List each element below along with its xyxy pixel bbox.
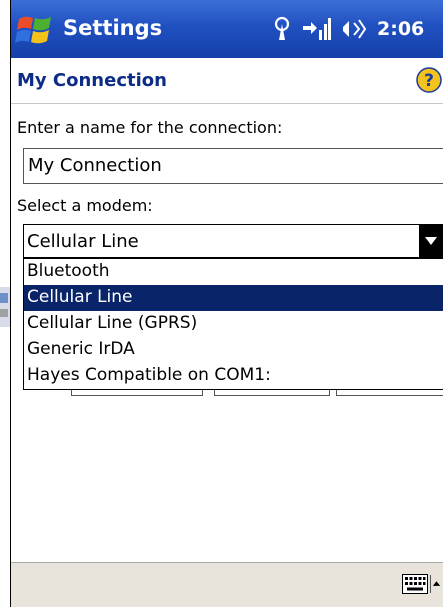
- connection-name-label: Enter a name for the connection:: [17, 118, 283, 137]
- status-area[interactable]: 2:06: [273, 12, 424, 46]
- modem-select-value: Cellular Line: [27, 231, 139, 252]
- app-title: Settings: [63, 16, 163, 40]
- modem-select[interactable]: Cellular Line: [23, 224, 443, 258]
- dropdown-option-generic-irda[interactable]: Generic IrDA: [24, 337, 443, 363]
- dropdown-option-cellular-line[interactable]: Cellular Line: [24, 285, 443, 311]
- screen: Settings 2:06 My Connection ? Enter a na…: [10, 0, 443, 607]
- speaker-icon[interactable]: [341, 16, 367, 42]
- page-title: My Connection: [17, 70, 167, 91]
- title-bar: Settings 2:06: [11, 0, 443, 58]
- dropdown-option-bluetooth[interactable]: Bluetooth: [24, 259, 443, 285]
- dropdown-arrow-button[interactable]: [419, 225, 443, 257]
- device-frame-right: [443, 0, 447, 607]
- connection-name-input[interactable]: My Connection: [23, 148, 443, 184]
- background-window-fragment: [0, 287, 10, 327]
- clock[interactable]: 2:06: [377, 18, 424, 40]
- dropdown-option-hayes-com1[interactable]: Hayes Compatible on COM1:: [24, 363, 443, 389]
- modem-dropdown-list[interactable]: Bluetooth Cellular Line Cellular Line (G…: [23, 258, 443, 390]
- connectivity-icon[interactable]: [301, 16, 331, 42]
- keyboard-icon[interactable]: [402, 574, 428, 594]
- modem-label: Select a modem:: [17, 196, 153, 215]
- svg-text:?: ?: [424, 71, 434, 91]
- antenna-icon[interactable]: [273, 16, 291, 42]
- bottom-menu-bar: [11, 562, 443, 607]
- page-header: My Connection ?: [11, 58, 443, 104]
- sip-up-arrow-icon[interactable]: [430, 575, 442, 593]
- help-icon[interactable]: ?: [416, 67, 442, 93]
- dropdown-option-cellular-line-gprs[interactable]: Cellular Line (GPRS): [24, 311, 443, 337]
- chevron-down-icon: [425, 237, 437, 245]
- windows-start-icon[interactable]: [15, 13, 55, 49]
